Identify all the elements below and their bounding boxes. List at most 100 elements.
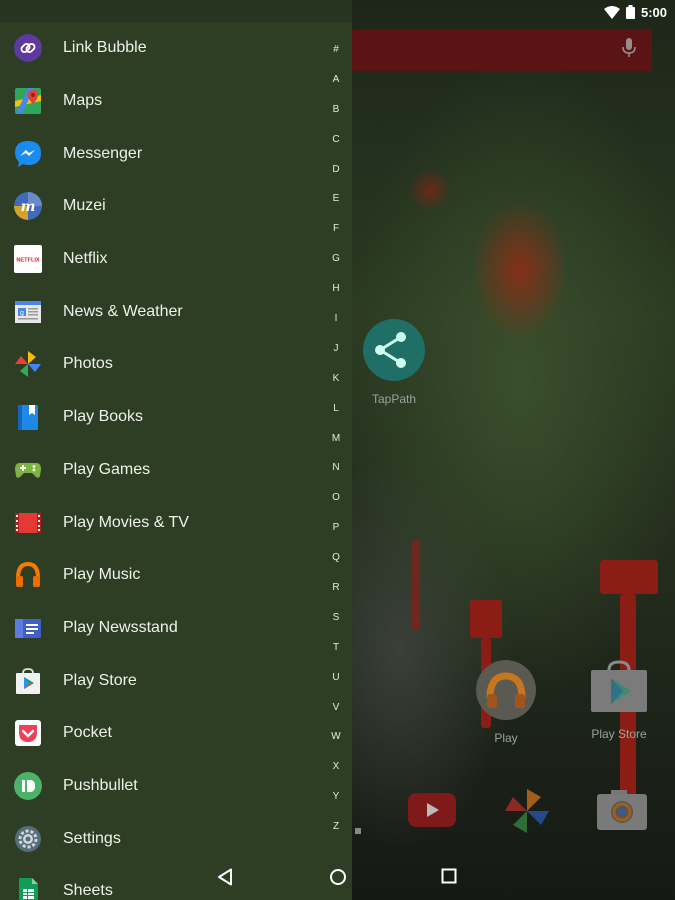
google-search-bar[interactable] xyxy=(352,29,652,71)
alpha-letter[interactable]: R xyxy=(322,578,350,608)
alpha-letter[interactable]: S xyxy=(322,608,350,638)
app-label: Play Music xyxy=(63,566,141,584)
app-row-play-newsstand[interactable]: Play Newsstand xyxy=(0,602,320,655)
alpha-letter[interactable]: O xyxy=(322,488,350,518)
home-button[interactable] xyxy=(329,868,347,891)
app-row-play-movies[interactable]: Play Movies & TV xyxy=(0,496,320,549)
play-store-shortcut[interactable]: Play Store xyxy=(588,660,650,741)
app-label: Play Newsstand xyxy=(63,618,178,636)
alpha-letter[interactable]: Q xyxy=(322,548,350,578)
app-label: Play Movies & TV xyxy=(63,513,189,531)
app-drawer[interactable]: Link Bubble Maps Messenger m Muzei NETFL… xyxy=(0,0,352,900)
play-store-icon xyxy=(14,667,42,695)
muzei-icon: m xyxy=(14,192,42,221)
app-row-play-games[interactable]: Play Games xyxy=(0,444,320,497)
alpha-letter[interactable]: E xyxy=(322,189,350,219)
app-label: Play Games xyxy=(63,460,151,478)
tappath-icon xyxy=(363,319,425,386)
photos-icon xyxy=(14,350,42,378)
settings-icon xyxy=(14,825,42,853)
app-row-pushbullet[interactable]: Pushbullet xyxy=(0,760,320,813)
youtube-dock-icon[interactable] xyxy=(408,793,456,832)
app-label: Play Store xyxy=(63,671,137,689)
camera-dock-icon[interactable] xyxy=(597,790,647,835)
app-row-news-weather[interactable]: g News & Weather xyxy=(0,285,320,338)
microphone-icon[interactable] xyxy=(622,37,636,63)
alpha-letter[interactable]: X xyxy=(322,757,350,787)
alpha-letter[interactable]: C xyxy=(322,130,350,160)
alpha-letter[interactable]: K xyxy=(322,369,350,399)
alpha-letter[interactable]: T xyxy=(322,638,350,668)
alpha-letter[interactable]: M xyxy=(322,429,350,459)
app-row-play-store[interactable]: Play Store xyxy=(0,654,320,707)
alphabet-index-scroller[interactable]: # A B C D E F G H I J K L M N O P Q R S … xyxy=(322,40,350,847)
page-indicator-dot xyxy=(355,828,361,834)
app-row-maps[interactable]: Maps xyxy=(0,75,320,128)
app-label: Pocket xyxy=(63,724,112,742)
app-row-play-books[interactable]: Play Books xyxy=(0,391,320,444)
tappath-label: TapPath xyxy=(371,392,417,406)
play-store-bag-icon xyxy=(589,660,649,721)
app-label: Maps xyxy=(63,92,103,110)
tappath-shortcut[interactable]: TapPath xyxy=(362,319,426,406)
alpha-letter[interactable]: I xyxy=(322,309,350,339)
app-label: Link Bubble xyxy=(63,39,147,57)
alpha-letter[interactable]: D xyxy=(322,160,350,190)
back-button[interactable] xyxy=(216,868,234,891)
play-music-shortcut[interactable]: Play xyxy=(475,660,537,745)
netflix-icon: NETFLIX xyxy=(14,245,42,274)
svg-text:NETFLIX: NETFLIX xyxy=(16,258,40,264)
recents-button[interactable] xyxy=(441,868,457,889)
app-row-play-music[interactable]: Play Music xyxy=(0,549,320,602)
alpha-letter[interactable]: Z xyxy=(322,817,350,847)
app-row-netflix[interactable]: NETFLIX Netflix xyxy=(0,233,320,286)
app-row-link-bubble[interactable]: Link Bubble xyxy=(0,22,320,75)
pushbullet-icon xyxy=(14,771,42,800)
app-label: Photos xyxy=(63,355,113,373)
app-label: News & Weather xyxy=(63,302,183,320)
drawer-navigation-overlay xyxy=(0,858,352,900)
alpha-letter[interactable]: G xyxy=(322,249,350,279)
alpha-letter[interactable]: N xyxy=(322,458,350,488)
app-list[interactable]: Link Bubble Maps Messenger m Muzei NETFL… xyxy=(0,22,320,900)
app-row-muzei[interactable]: m Muzei xyxy=(0,180,320,233)
maps-icon xyxy=(14,87,42,115)
alpha-letter[interactable]: W xyxy=(322,727,350,757)
alpha-letter[interactable]: F xyxy=(322,219,350,249)
svg-text:m: m xyxy=(21,199,36,215)
app-row-photos[interactable]: Photos xyxy=(0,338,320,391)
status-time: 5:00 xyxy=(640,4,667,20)
news-weather-icon: g xyxy=(14,298,42,326)
alpha-letter[interactable]: A xyxy=(322,70,350,100)
alpha-letter[interactable]: P xyxy=(322,518,350,548)
app-label: Muzei xyxy=(63,197,106,215)
photos-dock-icon[interactable] xyxy=(503,787,551,840)
drawer-header xyxy=(0,0,352,22)
alpha-letter[interactable]: Y xyxy=(322,787,350,817)
play-music-icon xyxy=(14,561,42,589)
wifi-icon xyxy=(603,5,620,19)
svg-text:g: g xyxy=(20,310,24,317)
play-games-icon xyxy=(14,456,42,484)
link-bubble-icon xyxy=(14,34,42,63)
app-label: Messenger xyxy=(63,144,143,162)
alpha-letter[interactable]: # xyxy=(322,40,350,70)
alpha-letter[interactable]: J xyxy=(322,339,350,369)
app-row-messenger[interactable]: Messenger xyxy=(0,127,320,180)
shrine-lantern-top xyxy=(600,560,658,594)
alpha-letter[interactable]: U xyxy=(322,668,350,698)
app-row-pocket[interactable]: Pocket xyxy=(0,707,320,760)
alpha-letter[interactable]: V xyxy=(322,698,350,728)
alpha-letter[interactable]: L xyxy=(322,399,350,429)
shrine-lantern-small xyxy=(470,600,502,638)
play-newsstand-icon xyxy=(14,614,42,642)
pocket-icon xyxy=(14,719,42,747)
play-label: Play xyxy=(494,731,518,745)
play-store-label: Play Store xyxy=(591,727,647,741)
headphones-icon xyxy=(476,660,536,725)
battery-icon xyxy=(625,5,635,19)
play-books-icon xyxy=(14,403,42,431)
play-movies-icon xyxy=(14,509,42,537)
alpha-letter[interactable]: B xyxy=(322,100,350,130)
alpha-letter[interactable]: H xyxy=(322,279,350,309)
